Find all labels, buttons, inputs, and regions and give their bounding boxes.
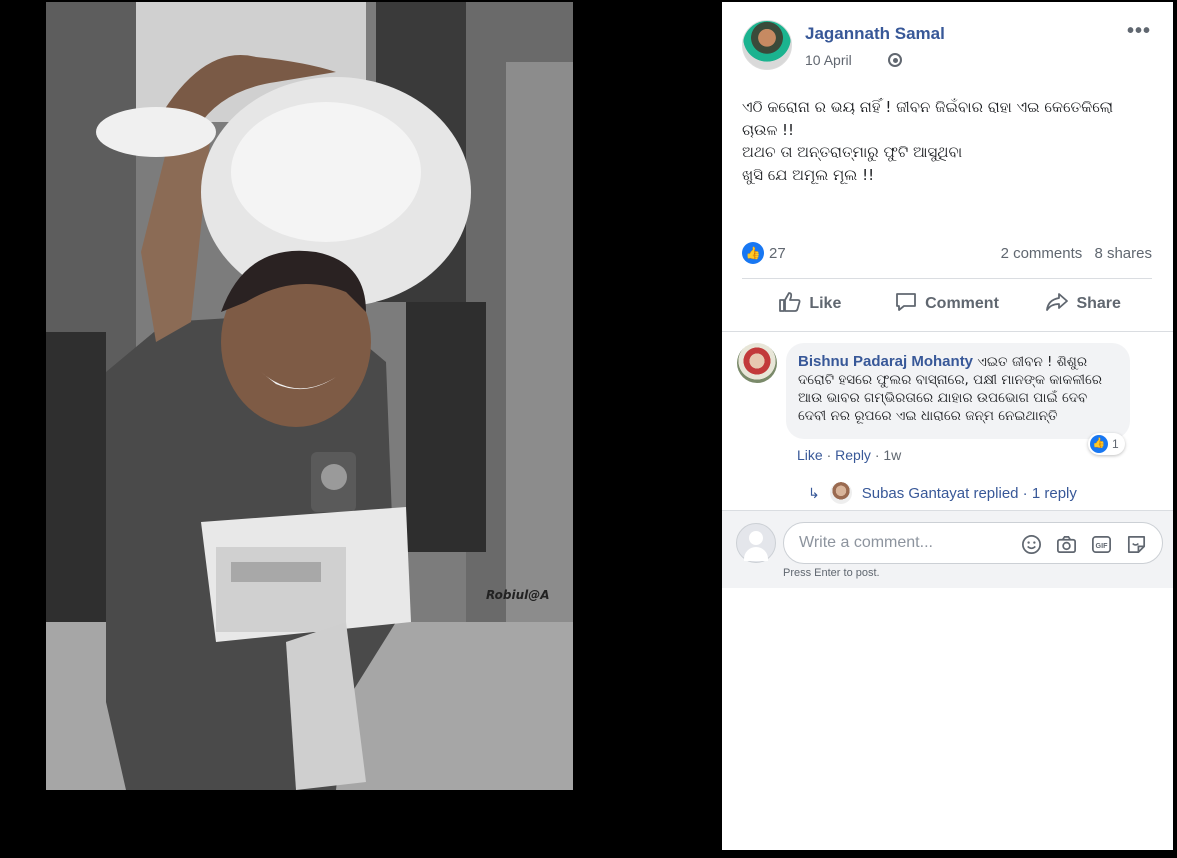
post-actions: Like Comment Share	[742, 284, 1152, 324]
post-text-line: ଏଠି କରୋନା ର ଭୟ ନାହିଁ ! ଜୀବନ ଜିଇଁବାର ରାହା…	[742, 98, 1114, 116]
view-replies-link[interactable]: ↳ Subas Gantayat replied · 1 reply	[808, 482, 1077, 504]
comment-reaction[interactable]: 👍 1	[1088, 433, 1125, 455]
current-user-avatar	[736, 523, 776, 563]
like-button[interactable]: Like	[742, 284, 879, 324]
photo-viewer-stage: Robiul@A	[0, 0, 722, 858]
author-avatar[interactable]	[742, 20, 792, 70]
post-text-line: ଚାଉଳ !!	[742, 120, 795, 139]
photo-watermark: Robiul@A	[486, 588, 550, 602]
commenter-avatar[interactable]	[737, 343, 777, 383]
post-header: Jagannath Samal 10 April •••	[742, 20, 1153, 76]
post-text: ଏଠି କରୋନା ର ଭୟ ନାହିଁ ! ଜୀବନ ଜିଇଁବାର ରାହା…	[742, 96, 1152, 186]
post-stats: 👍 27 2 comments 8 shares	[742, 242, 1152, 266]
commenter-name[interactable]: Bishnu Padaraj Mohanty	[798, 353, 973, 370]
comment-composer: Write a comment... GIF Press Enter to po…	[722, 510, 1173, 588]
globe-icon	[888, 53, 902, 67]
comments-section: Bishnu Padaraj Mohanty ଏଇତ ଜୀବନ ! ଶିଶୁର …	[722, 331, 1173, 509]
like-button-label: Like	[809, 295, 842, 312]
shares-count[interactable]: 8 shares	[1094, 245, 1152, 262]
reply-count: 1 reply	[1031, 484, 1077, 502]
divider	[742, 278, 1152, 279]
reply-arrow-icon: ↳	[808, 484, 820, 501]
comment-input[interactable]: Write a comment... GIF	[783, 522, 1163, 564]
comment-button-label: Comment	[925, 295, 999, 312]
comment-meta: Like · Reply · 1w	[797, 447, 902, 463]
comment-bubble: Bishnu Padaraj Mohanty ଏଇତ ଜୀବନ ! ଶିଶୁର …	[786, 343, 1130, 439]
post-side-panel: Jagannath Samal 10 April ••• ଏଠି କରୋନା ର…	[722, 2, 1173, 850]
post-photo[interactable]: Robiul@A	[46, 2, 573, 790]
like-reaction-icon: 👍	[1090, 435, 1108, 453]
author-name[interactable]: Jagannath Samal	[805, 24, 945, 44]
post-date[interactable]: 10 April	[805, 52, 852, 68]
camera-icon[interactable]	[1055, 532, 1078, 555]
comment-icon	[895, 292, 917, 317]
comment-like-link[interactable]: Like	[797, 447, 823, 463]
more-options-icon[interactable]: •••	[1127, 20, 1151, 43]
comment-button[interactable]: Comment	[879, 284, 1016, 324]
thumbs-up-icon	[779, 291, 801, 317]
like-count[interactable]: 27	[769, 245, 786, 262]
share-button[interactable]: Share	[1015, 284, 1152, 324]
emoji-icon[interactable]	[1020, 532, 1043, 555]
share-icon	[1046, 292, 1069, 317]
svg-text:GIF: GIF	[1096, 541, 1109, 549]
sticker-icon[interactable]	[1125, 532, 1148, 555]
share-button-label: Share	[1076, 295, 1121, 312]
post-text-line: ଖୁସି ଯେ ଅମୂଲ ମୂଲ !!	[742, 165, 875, 184]
photo-illustration	[46, 2, 573, 790]
post-text-line: ଅଥଚ ତା ଅନ୍ତରାତ୍ମାରୁ ଫୁଟି ଆସୁଥିବା	[742, 143, 963, 161]
replier-avatar	[829, 482, 852, 504]
reply-summary: Subas Gantayat replied	[861, 484, 1019, 502]
like-reaction-icon[interactable]: 👍	[742, 242, 764, 264]
comment-reply-link[interactable]: Reply	[835, 447, 871, 463]
comment-input-placeholder: Write a comment...	[799, 534, 933, 551]
comments-count[interactable]: 2 comments	[1001, 245, 1083, 262]
post-counts: 2 comments 8 shares	[993, 245, 1152, 262]
composer-hint: Press Enter to post.	[783, 567, 880, 579]
comment-reaction-count: 1	[1112, 437, 1119, 451]
gif-icon[interactable]: GIF	[1090, 532, 1113, 555]
comment-age[interactable]: 1w	[883, 447, 901, 463]
composer-icons: GIF	[1020, 523, 1148, 563]
